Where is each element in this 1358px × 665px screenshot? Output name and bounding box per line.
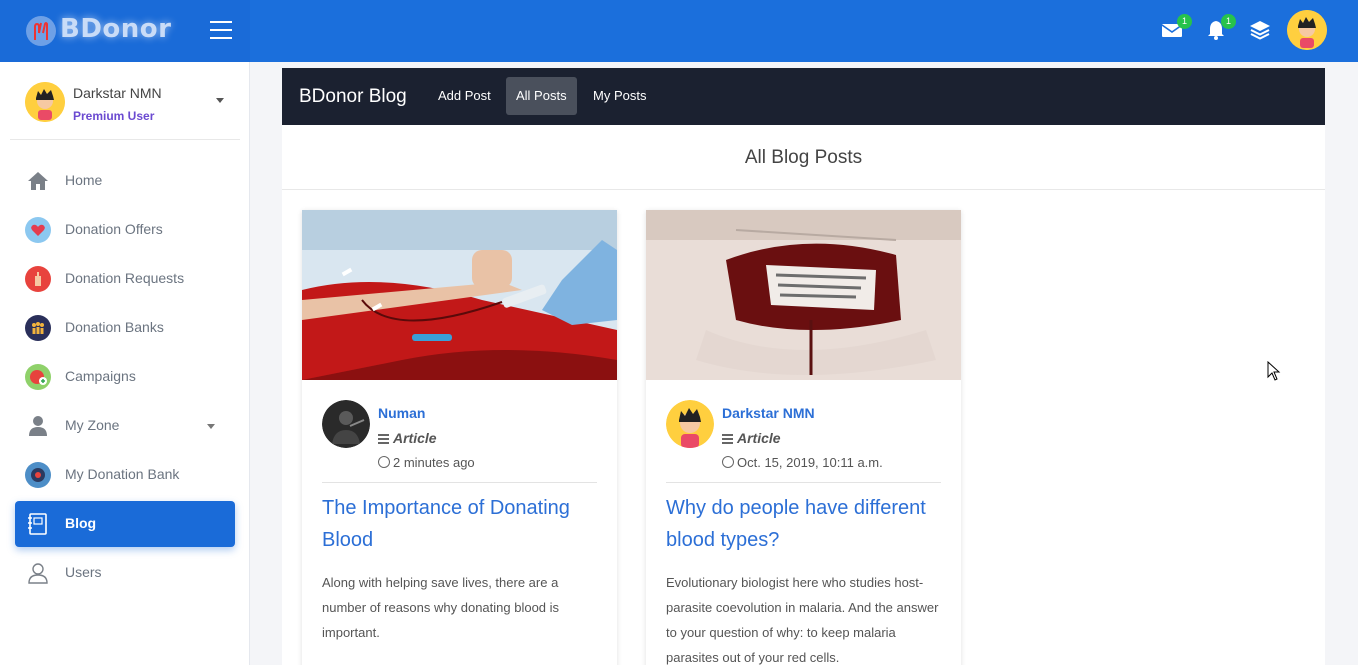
post-title-link[interactable]: Why do people have different blood types… [666,492,941,556]
campaign-icon [25,364,51,390]
post-excerpt: Along with helping save lives, there are… [322,575,560,640]
tab-add-post[interactable]: Add Post [428,77,501,115]
post-card: Darkstar NMN Article Oct. 15, 2019, 10:1… [646,210,961,665]
sidebar-item-label: My Donation Bank [65,466,180,482]
sidebar-item-label: Users [65,564,102,580]
tab-all-posts[interactable]: All Posts [506,77,577,115]
divider [282,189,1325,190]
avatar [25,82,65,122]
sidebar-item-my-zone[interactable]: My Zone [15,403,235,449]
post-time-label: Oct. 15, 2019, 10:11 a.m. [737,455,883,470]
notification-badge: 1 [1221,14,1236,29]
page-title: All Blog Posts [744,147,863,168]
logo-text[interactable]: BDonor [60,14,171,44]
post-image[interactable] [302,210,617,380]
heart-hand-icon [25,217,51,243]
sidebar-item-label: Campaigns [65,368,136,384]
sidebar-item-label: My Zone [65,417,120,433]
post-author-link[interactable]: Numan [378,405,425,421]
clock-icon [722,456,734,468]
person-icon [25,413,51,439]
mail-icon[interactable]: 1 [1160,14,1192,44]
post-image[interactable] [646,210,961,380]
sidebar-item-donation-offers[interactable]: Donation Offers [15,207,235,253]
post-timestamp: Oct. 15, 2019, 10:11 a.m. [722,455,883,470]
tab-my-posts[interactable]: My Posts [583,77,656,115]
sidebar-nav: Home Donation Offers Donation Requests D… [15,158,235,599]
divider [666,482,941,483]
sidebar-item-label: Donation Offers [65,221,163,237]
blog-navbar: BDonor Blog Add Post All Posts My Posts [282,68,1325,125]
chevron-down-icon[interactable] [216,98,224,103]
sidebar-item-label: Donation Requests [65,270,185,286]
divider [322,482,597,483]
clock-icon [378,456,390,468]
post-title-link[interactable]: The Importance of Donating Blood [322,492,597,556]
sidebar-item-blog[interactable]: Blog [15,501,235,547]
content-card: All Blog Posts Numan Article 2 minutes a… [282,125,1325,665]
avatar[interactable] [322,400,370,448]
sidebar-item-label: Home [65,172,103,188]
post-excerpt: Evolutionary biologist here who studies … [666,575,939,665]
list-icon [722,434,733,445]
sidebar-item-users[interactable]: Users [15,550,235,596]
post-type-label: Article [737,430,781,446]
post-time-label: 2 minutes ago [393,455,475,470]
people-bank-icon [25,315,51,341]
sidebar-item-label: Blog [65,515,97,531]
home-icon [25,168,51,194]
sidebar-user-role: Premium User [73,109,155,123]
top-navbar: BDonor 1 1 [0,0,1358,62]
sidebar-item-campaigns[interactable]: Campaigns [15,354,235,400]
sidebar-item-donation-banks[interactable]: Donation Banks [15,305,235,351]
post-timestamp: 2 minutes ago [378,455,475,470]
mouse-cursor-icon [1267,360,1281,381]
mail-badge: 1 [1177,14,1192,29]
sidebar-item-label: Donation Banks [65,319,164,335]
menu-toggle-icon[interactable] [210,21,232,39]
logo-icon [26,16,56,46]
sidebar-item-my-donation-bank[interactable]: My Donation Bank [15,452,235,498]
hand-request-icon [25,266,51,292]
notebook-icon [25,511,51,537]
brand-area: BDonor [0,0,250,62]
sidebar-item-donation-requests[interactable]: Donation Requests [15,256,235,302]
post-type: Article [722,430,781,446]
user-avatar[interactable] [1287,10,1327,50]
chevron-down-icon [207,424,215,429]
sidebar-user-name: Darkstar NMN [73,85,162,101]
post-card: Numan Article 2 minutes ago The Importan… [302,210,617,665]
post-author-link[interactable]: Darkstar NMN [722,405,815,421]
blog-title[interactable]: BDonor Blog [299,86,407,108]
post-type-label: Article [393,430,437,446]
bell-icon[interactable]: 1 [1204,14,1236,44]
donation-bank-icon [25,462,51,488]
post-type: Article [378,430,437,446]
sidebar-user-block[interactable]: Darkstar NMN Premium User [10,62,240,140]
sidebar: Darkstar NMN Premium User Home Donation … [0,62,250,665]
list-icon [378,434,389,445]
layers-icon[interactable] [1248,18,1274,44]
sidebar-item-home[interactable]: Home [15,158,235,204]
users-icon [25,560,51,586]
avatar[interactable] [666,400,714,448]
